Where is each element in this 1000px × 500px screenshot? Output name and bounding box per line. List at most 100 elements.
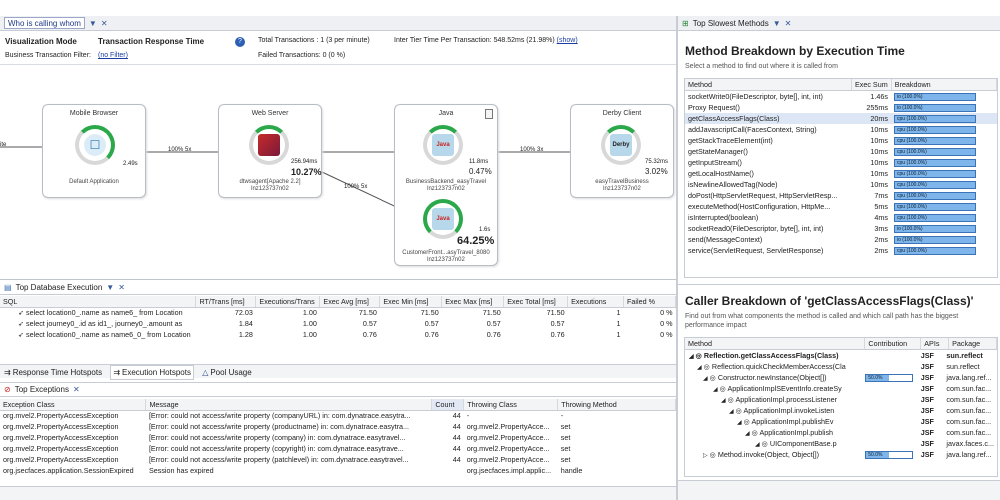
tab-top-exceptions[interactable]: Top Exceptions bbox=[15, 385, 69, 394]
table-row[interactable]: ◢ ◎ ApplicationImpl.publishEv JSF com.sun.… bbox=[685, 416, 997, 427]
col-sql[interactable]: SQL bbox=[0, 296, 197, 308]
expand-icon[interactable]: ◢ bbox=[729, 409, 734, 415]
viz-mode-select[interactable]: Transaction Response Time ▾ bbox=[98, 37, 240, 46]
caller-header-row: Method Contribution APIs Package bbox=[685, 338, 997, 350]
expand-icon[interactable]: ◢ bbox=[697, 365, 702, 371]
col-method[interactable]: Method bbox=[685, 79, 852, 91]
tab-top-slowest-methods[interactable]: Top Slowest Methods bbox=[693, 19, 769, 28]
col-failed[interactable]: Failed % bbox=[623, 296, 676, 308]
col-message[interactable]: Message bbox=[145, 399, 433, 411]
node-label: Default Application bbox=[69, 179, 119, 185]
table-row[interactable]: socketRead0(FileDescriptor, byte[], int,… bbox=[685, 223, 997, 234]
table-row[interactable]: socketWrite0(FileDescriptor, byte[], int… bbox=[685, 91, 997, 102]
node-derby-client[interactable]: Derby Client Derby 75.32ms 3.02% easyTra… bbox=[570, 104, 674, 198]
col-method[interactable]: Method bbox=[685, 338, 866, 350]
node-web-server[interactable]: Web Server 256.94ms 10.27% dtwsagent[Apa… bbox=[218, 104, 322, 198]
col-breakdown[interactable]: Breakdown bbox=[891, 79, 997, 91]
help-icon[interactable]: ? bbox=[235, 37, 245, 47]
col-package[interactable]: Package bbox=[948, 338, 997, 350]
expand-icon[interactable]: ◢ bbox=[703, 376, 708, 382]
document-icon[interactable] bbox=[485, 109, 493, 119]
col-exec-trans[interactable]: Executions/Trans bbox=[255, 296, 321, 308]
table-row[interactable]: getStackTraceElement(int) 10ms cpu (100.0%… bbox=[685, 135, 997, 146]
expand-icon[interactable]: ◢ bbox=[689, 354, 694, 360]
expand-icon[interactable]: ◢ bbox=[737, 420, 742, 426]
filter-icon[interactable]: ▼ bbox=[773, 19, 781, 28]
subtab-pool-usage[interactable]: △ Pool Usage bbox=[202, 366, 252, 379]
tree-cell: ◢ ◎ ApplicationImpl.publish bbox=[745, 427, 834, 437]
table-row[interactable]: doPost(HttpServletRequest, HttpServletRe… bbox=[685, 190, 997, 201]
col-exec-max[interactable]: Exec Max [ms] bbox=[441, 296, 505, 308]
table-row[interactable]: org.mvel2.PropertyAccessException [Error:… bbox=[0, 410, 676, 421]
table-row[interactable]: addJavascriptCall(FacesContext, String) 1… bbox=[685, 124, 997, 135]
table-row[interactable]: ◢ ◎ ApplicationImplSEventInfo.createSy JS… bbox=[685, 383, 997, 394]
table-row[interactable]: ◢ ◎ ApplicationImpl.processListener JSF co… bbox=[685, 394, 997, 405]
table-row[interactable]: getInputStream() 10ms cpu (100.0%) bbox=[685, 157, 997, 168]
filter-icon[interactable]: ▼ bbox=[106, 283, 114, 292]
table-row[interactable]: isNewlineAllowedTag(Node) 10ms cpu (100.0%… bbox=[685, 179, 997, 190]
close-icon[interactable]: ✕ bbox=[101, 19, 108, 28]
cell: [Error: could not access/write property … bbox=[148, 444, 404, 453]
table-row[interactable]: org.mvel2.PropertyAccessException [Error:… bbox=[0, 443, 676, 454]
table-row[interactable]: Proxy Request() 255ms io (100.0%) bbox=[685, 102, 997, 113]
cell: 44 bbox=[452, 444, 461, 453]
col-apis[interactable]: APIs bbox=[920, 338, 950, 350]
expand-icon[interactable]: ◢ bbox=[713, 387, 718, 393]
table-row[interactable]: org.mvel2.PropertyAccessException [Error:… bbox=[0, 454, 676, 465]
expand-icon[interactable]: ◢ bbox=[745, 431, 750, 437]
table-row[interactable]: org.mvel2.PropertyAccessException [Error:… bbox=[0, 421, 676, 432]
col-executions[interactable]: Executions bbox=[567, 296, 625, 308]
tree-cell: ◢ ◎ ApplicationImplSEventInfo.createSy bbox=[713, 383, 842, 393]
node-mobile-browser[interactable]: Mobile Browser ☐ 2.49s Default Applicati… bbox=[42, 104, 146, 198]
show-link[interactable]: (show) bbox=[557, 37, 578, 44]
filter-icon[interactable]: ▼ bbox=[89, 19, 97, 28]
table-row[interactable]: getClassAccessFlags(Class) 20ms cpu (100.0… bbox=[685, 112, 997, 124]
table-row[interactable]: service(ServletRequest, ServletResponse)… bbox=[685, 245, 997, 256]
table-row[interactable]: executeMethod(HostConfiguration, HttpMe.… bbox=[685, 201, 997, 212]
table-row[interactable]: getStateManager() 10ms cpu (100.0%) bbox=[685, 146, 997, 157]
col-exec-avg[interactable]: Exec Avg [ms] bbox=[319, 296, 381, 308]
api-cell: JSF bbox=[920, 361, 934, 371]
tab-who-is-calling-whom[interactable]: Who is calling whom bbox=[4, 17, 85, 29]
col-exec-min[interactable]: Exec Min [ms] bbox=[379, 296, 443, 308]
subtab-execution-hotspots[interactable]: ⇉ Execution Hotspots bbox=[110, 365, 194, 380]
inter-tier-time: Inter Tier Time Per Transaction: 548.52m… bbox=[394, 37, 578, 44]
expand-icon[interactable]: ◢ bbox=[755, 442, 760, 448]
table-row[interactable]: send(MessageContext) 2ms io (100.0%) bbox=[685, 234, 997, 245]
method-icon: ◎ bbox=[709, 449, 716, 459]
expand-icon[interactable]: ◢ bbox=[721, 398, 726, 404]
table-row[interactable]: ➶ select location0_.name as name6_0_ fro… bbox=[0, 329, 676, 340]
col-exec-sum[interactable]: Exec Sum bbox=[851, 79, 892, 91]
table-row[interactable]: ➶ select journey0_.id as id1_, journey0_… bbox=[0, 318, 676, 329]
close-icon[interactable]: ✕ bbox=[118, 283, 125, 292]
table-row[interactable]: ◢ ◎ ApplicationImpl.publish JSF com.sun.fa… bbox=[685, 427, 997, 438]
col-throwing-class[interactable]: Throwing Class bbox=[463, 399, 559, 411]
table-row[interactable]: ◢ ◎ UIComponentBase.p JSF javax.faces.c... bbox=[685, 438, 997, 449]
expand-icon[interactable]: ▷ bbox=[703, 453, 708, 459]
table-row[interactable]: isInterrupted(boolean) 4ms cpu (100.0%) bbox=[685, 212, 997, 223]
table-row[interactable]: org.mvel2.PropertyAccessException [Error:… bbox=[0, 432, 676, 443]
table-row[interactable]: ◢ ◎ Reflection.quickCheckMemberAccess(Cl… bbox=[685, 361, 997, 372]
table-row[interactable]: ◢ ◎ ApplicationImpl.invokeListen JSF com.s… bbox=[685, 405, 997, 416]
col-rt-trans[interactable]: RT/Trans [ms] bbox=[195, 296, 257, 308]
col-exception-class[interactable]: Exception Class bbox=[0, 399, 147, 411]
table-row[interactable]: ◢ ◎ Constructor.newInstance(Object[]) 50.… bbox=[685, 372, 997, 383]
filter-link[interactable]: (no Filter) bbox=[98, 52, 128, 59]
table-row[interactable]: ◢ ◎ Reflection.getClassAccessFlags(Class… bbox=[685, 350, 997, 361]
tab-top-database-execution[interactable]: Top Database Execution bbox=[16, 283, 103, 292]
subtab-response-time-hotspots[interactable]: ⇉ Response Time Hotspots bbox=[4, 366, 102, 379]
col-exec-total[interactable]: Exec Total [ms] bbox=[503, 296, 569, 308]
col-count[interactable]: Count bbox=[431, 399, 465, 411]
cell: org.mvel2.PropertyAcce... bbox=[466, 422, 550, 431]
col-throwing-method[interactable]: Throwing Method bbox=[557, 399, 676, 411]
cell: set bbox=[560, 433, 571, 442]
node-java[interactable]: Java Java 11.8ms 0.47% BusinessBackend_e… bbox=[394, 104, 498, 266]
close-icon[interactable]: ✕ bbox=[73, 385, 80, 394]
exec-sum-cell: 1.46s bbox=[870, 91, 888, 101]
table-row[interactable]: getLocalHostName() 10ms cpu (100.0%) bbox=[685, 168, 997, 179]
close-icon[interactable]: ✕ bbox=[785, 19, 792, 28]
table-row[interactable]: ▷ ◎ Method.invoke(Object, Object[]) 50.0%… bbox=[685, 449, 997, 460]
col-contribution[interactable]: Contribution bbox=[864, 338, 922, 350]
table-row[interactable]: ➶ select location0_.name as name6_ from … bbox=[0, 307, 676, 318]
table-row[interactable]: org.jsecfaces.application.SessionExpired… bbox=[0, 465, 676, 476]
